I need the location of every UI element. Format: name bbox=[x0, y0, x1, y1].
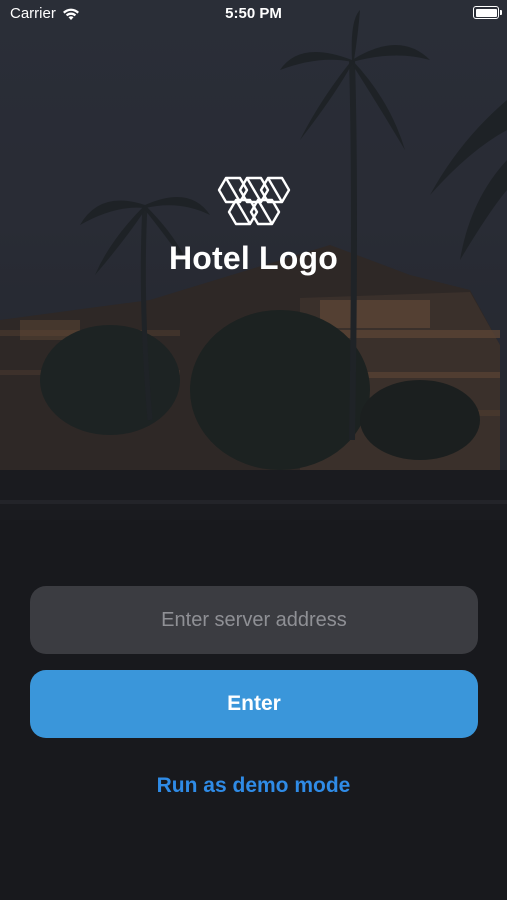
status-right bbox=[473, 6, 502, 19]
server-address-input[interactable] bbox=[30, 586, 478, 654]
status-time: 5:50 PM bbox=[225, 5, 282, 22]
hotel-background-image bbox=[0, 0, 507, 900]
hotel-logo-text: Hotel Logo bbox=[168, 240, 339, 276]
battery-level-fill bbox=[475, 8, 497, 17]
hotel-logo: Hotel Logo bbox=[0, 176, 507, 277]
run-demo-mode-link[interactable]: Run as demo mode bbox=[0, 774, 507, 798]
status-bar: Carrier 5:50 PM bbox=[0, 0, 507, 30]
battery-icon bbox=[473, 6, 502, 19]
hexagon-lattice-logo-icon bbox=[217, 176, 290, 226]
enter-button[interactable]: Enter bbox=[30, 670, 478, 738]
login-screen: Carrier 5:50 PM Hotel Logo Enter server … bbox=[0, 0, 507, 900]
